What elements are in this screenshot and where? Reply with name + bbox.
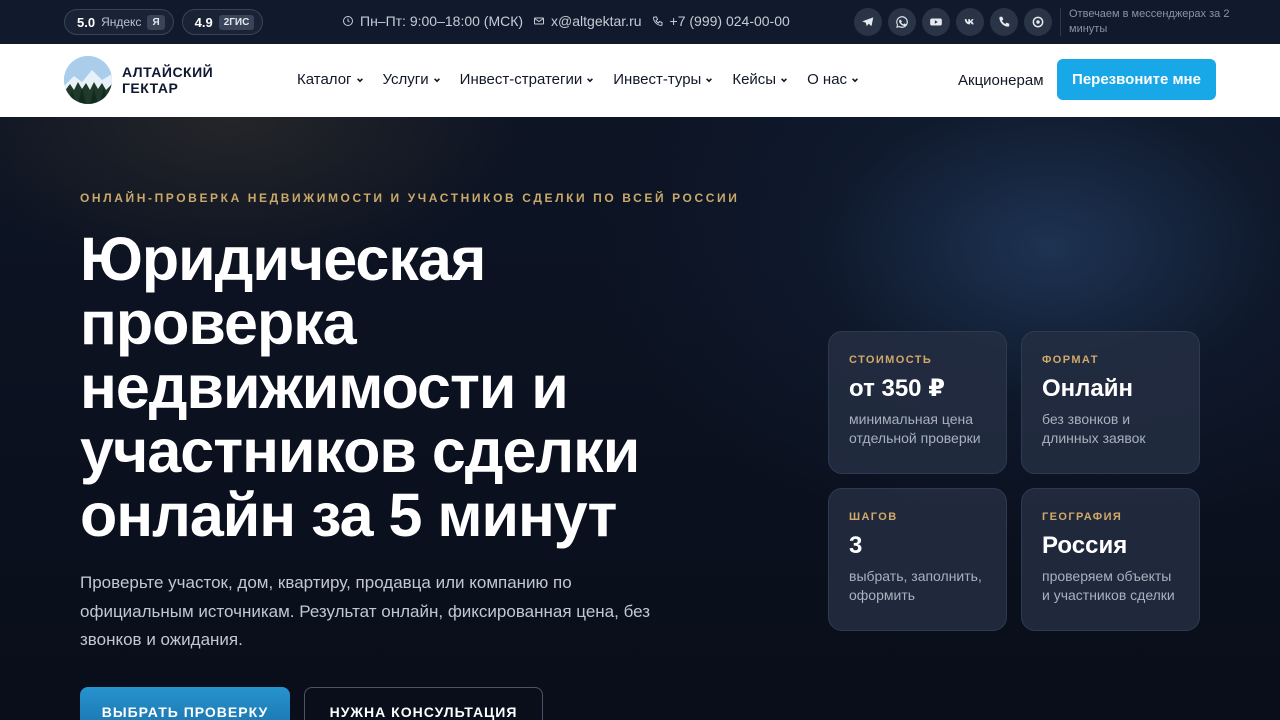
menu-item-label: Инвест-стратегии: [459, 71, 583, 88]
hero-headline: Юридическая проверка недвижимости и учас…: [80, 225, 640, 549]
hero-lead: Проверьте участок, дом, квартиру, продав…: [80, 573, 650, 649]
menu-item-catalog[interactable]: Каталог: [297, 71, 364, 88]
chevron-down-icon: [852, 77, 859, 82]
phone-text: +7 (999) 024-00-00: [669, 13, 790, 29]
logo-line-2: ГЕКТАР: [122, 80, 179, 96]
stat-label: СТОИМОСТЬ: [849, 354, 933, 366]
telegram-icon: [862, 17, 874, 27]
chevron-down-icon: [587, 77, 594, 82]
main-menu: Каталог Услуги Инвест-стратегии Инвест-т…: [297, 71, 859, 88]
2gis-logo-icon: 2ГИС: [218, 14, 255, 30]
menu-item-label: Услуги: [382, 71, 429, 88]
stat-desc: выбрать, заполнить, оформить: [849, 568, 982, 603]
telegram-button[interactable]: [854, 8, 882, 36]
stat-card-format: ФОРМАТ Онлайн без звонков и длинных заяв…: [1021, 331, 1200, 474]
vk-button[interactable]: [956, 8, 984, 36]
phone-call-button[interactable]: [990, 8, 1018, 36]
phone-icon: [999, 16, 1010, 27]
rating-label: Яндекс: [101, 15, 142, 29]
yandex-logo-icon: Я: [147, 14, 165, 30]
hero-eyebrow: ОНЛАЙН-ПРОВЕРКА НЕДВИЖИМОСТИ И УЧАСТНИКО…: [80, 191, 740, 205]
topbar-divider: [1060, 8, 1061, 36]
max-icon: [1032, 16, 1044, 28]
choose-check-button[interactable]: ВЫБРАТЬ ПРОВЕРКУ: [80, 687, 290, 720]
consultation-button[interactable]: НУЖНА КОНСУЛЬТАЦИЯ: [304, 687, 543, 720]
stat-card-geography: ГЕОГРАФИЯ Россия проверяем объекты и уча…: [1021, 488, 1200, 631]
youtube-icon: [930, 18, 942, 26]
working-hours-text: Пн–Пт: 9:00–18:00 (МСК): [360, 13, 524, 29]
stat-label: ФОРМАТ: [1042, 354, 1099, 366]
stat-label: ГЕОГРАФИЯ: [1042, 511, 1123, 523]
logo-text[interactable]: АЛТАЙСКИЙ ГЕКТАР: [122, 64, 213, 96]
menu-item-label: Инвест-туры: [613, 71, 702, 88]
stat-value: 3: [849, 532, 863, 559]
stat-desc: без звонков и длинных заявок: [1042, 411, 1146, 446]
menu-item-services[interactable]: Услуги: [383, 71, 441, 88]
menu-item-about[interactable]: О нас: [807, 71, 859, 88]
callback-button[interactable]: Перезвоните мне: [1057, 59, 1216, 100]
menu-item-label: Каталог: [297, 71, 352, 88]
chevron-down-icon: [706, 77, 713, 82]
stat-card-steps: ШАГОВ 3 выбрать, заполнить, оформить: [828, 488, 1007, 631]
stat-desc: минимальная цена отдельной проверки: [849, 411, 981, 446]
chevron-down-icon: [781, 77, 788, 82]
mail-icon: [534, 17, 545, 25]
stat-value: от 350 ₽: [849, 375, 945, 402]
email-text: x@altgektar.ru: [551, 13, 642, 29]
shareholders-link[interactable]: Акционерам: [958, 72, 1044, 89]
rating-2gis[interactable]: 4.9 2ГИС: [181, 9, 264, 35]
vk-icon: [964, 19, 974, 25]
reply-note: Отвечаем в мессенджерах за 2 минуты: [1069, 8, 1230, 35]
contacts: Пн–Пт: 9:00–18:00 (МСК) x@altgektar.ru +…: [342, 13, 790, 29]
menu-item-label: Кейсы: [732, 71, 777, 88]
whatsapp-button[interactable]: [888, 8, 916, 36]
stat-value: Онлайн: [1042, 375, 1134, 402]
chevron-down-icon: [356, 77, 363, 82]
logo-line-1: АЛТАЙСКИЙ: [122, 64, 214, 80]
hero-section: ОНЛАЙН-ПРОВЕРКА НЕДВИЖИМОСТИ И УЧАСТНИКО…: [0, 117, 1280, 720]
menu-item-invest-strategies[interactable]: Инвест-стратегии: [460, 71, 595, 88]
phone-link[interactable]: +7 (999) 024-00-00: [652, 13, 790, 29]
menu-item-label: О нас: [807, 71, 848, 88]
youtube-button[interactable]: [922, 8, 950, 36]
rating-score: 5.0: [77, 14, 96, 30]
social-links: [854, 8, 1052, 36]
stat-desc: проверяем объекты и участников сделки: [1042, 568, 1175, 603]
main-navigation: АЛТАЙСКИЙ ГЕКТАР Каталог Услуги Инвест-с…: [0, 44, 1280, 117]
phone-icon: [652, 16, 663, 27]
stat-card-price: СТОИМОСТЬ от 350 ₽ минимальная цена отде…: [828, 331, 1007, 474]
menu-item-invest-tours[interactable]: Инвест-туры: [613, 71, 713, 88]
menu-item-cases[interactable]: Кейсы: [732, 71, 788, 88]
working-hours: Пн–Пт: 9:00–18:00 (МСК): [342, 13, 523, 29]
rating-yandex[interactable]: 5.0 Яндекс Я: [64, 9, 174, 35]
clock-icon: [343, 16, 353, 26]
ratings: 5.0 Яндекс Я 4.9 2ГИС: [64, 9, 264, 35]
max-button[interactable]: [1024, 8, 1052, 36]
whatsapp-icon: [896, 16, 908, 28]
stat-value: Россия: [1042, 532, 1128, 559]
stat-label: ШАГОВ: [849, 511, 898, 523]
email-link[interactable]: x@altgektar.ru: [533, 13, 642, 29]
chevron-down-icon: [433, 77, 440, 82]
logo-icon[interactable]: [64, 56, 112, 104]
rating-score: 4.9: [194, 14, 213, 30]
top-bar: 5.0 Яндекс Я 4.9 2ГИС Пн–Пт: 9:00–18:00 …: [0, 0, 1280, 44]
